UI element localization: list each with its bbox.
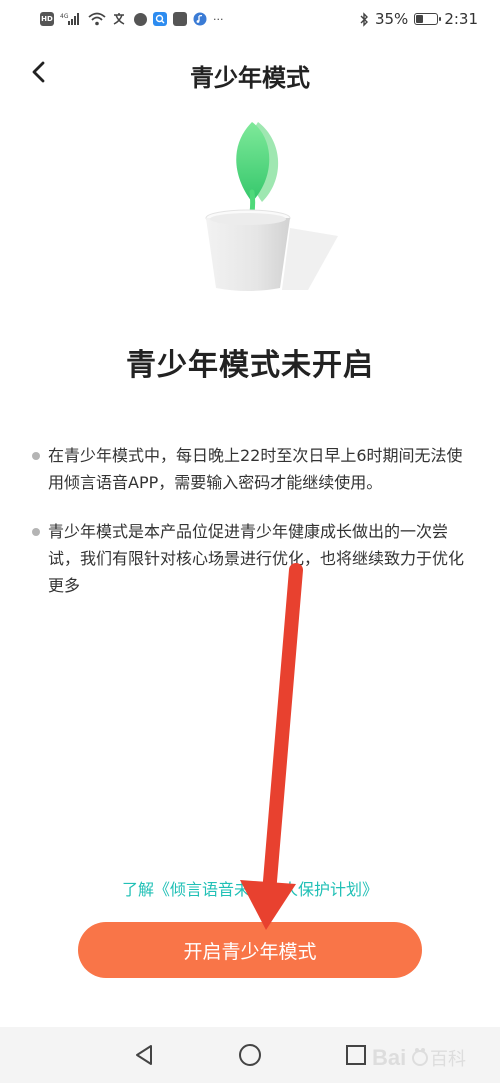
enable-teen-mode-button[interactable]: 开启青少年模式	[78, 922, 422, 978]
battery-level-fill	[416, 15, 424, 23]
baidu-logo-icon: Bai 百科	[372, 1045, 466, 1070]
teen-mode-status-title: 青少年模式未开启	[126, 348, 374, 383]
info-item: 青少年模式是本产品位促进青少年健康成长做出的一次尝试，我们有限针对核心场景进行优…	[32, 518, 472, 599]
info-item: 在青少年模式中，每日晚上22时至次日早上6时期间无法使用倾言语音APP，需要输入…	[32, 442, 472, 496]
minor-protection-plan-link[interactable]: 了解《倾言语音未成年人保护计划》	[0, 876, 500, 900]
more-icon: ···	[213, 12, 224, 26]
info-list: 在青少年模式中，每日晚上22时至次日早上6时期间无法使用倾言语音APP，需要输入…	[32, 442, 472, 621]
hd-icon: HD	[40, 12, 54, 26]
back-triangle-icon	[136, 1045, 152, 1065]
info-item-text: 在青少年模式中，每日晚上22时至次日早上6时期间无法使用倾言语音APP，需要输入…	[48, 446, 463, 492]
recent-square-icon	[346, 1045, 366, 1065]
sprout-icon	[205, 122, 338, 291]
status-bar: HD 4G ··· 35% 2:31	[0, 0, 500, 38]
page-title: 青少年模式	[190, 64, 310, 92]
music-app-icon	[193, 12, 207, 26]
home-circle-icon	[239, 1044, 261, 1066]
status-right-icons: 35% 2:31	[359, 10, 478, 28]
nav-recent-button[interactable]	[342, 1041, 370, 1069]
battery-icon	[414, 13, 442, 25]
header: 青少年模式	[0, 48, 500, 98]
battery-percent: 35%	[374, 10, 409, 28]
info-item-text: 青少年模式是本产品位促进青少年健康成长做出的一次尝试，我们有限针对核心场景进行优…	[48, 522, 465, 595]
baidu-watermark: Bai 百科	[368, 1037, 488, 1077]
status-left-icons: HD 4G ···	[40, 12, 224, 26]
nav-home-button[interactable]	[236, 1041, 264, 1069]
bullet-dot-icon	[32, 452, 40, 460]
svg-text:4G: 4G	[60, 13, 69, 20]
nav-back-button[interactable]	[130, 1041, 158, 1069]
svg-text:百科: 百科	[430, 1049, 466, 1070]
svg-text:Bai: Bai	[372, 1045, 406, 1070]
language-icon	[112, 12, 128, 26]
bullet-dot-icon	[32, 528, 40, 536]
wifi-icon	[88, 12, 106, 26]
clock: 2:31	[444, 10, 478, 28]
app-circle-icon	[134, 12, 147, 26]
search-app-icon	[153, 12, 167, 26]
signal-4g-icon: 4G	[60, 12, 82, 26]
cat-app-icon	[173, 12, 187, 26]
sprout-pot-illustration	[190, 118, 340, 298]
bluetooth-icon	[359, 11, 369, 27]
